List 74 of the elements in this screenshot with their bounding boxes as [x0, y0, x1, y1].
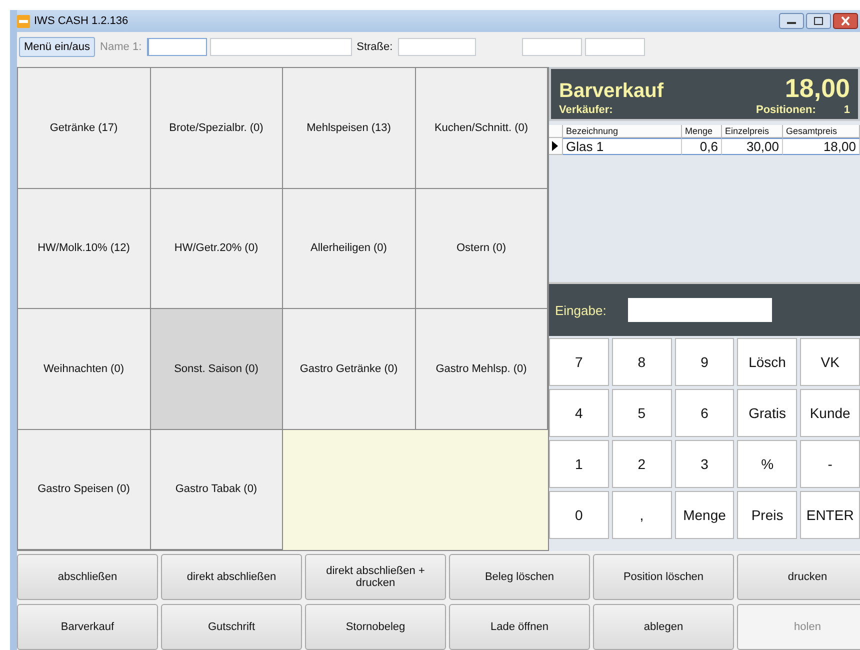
category-button[interactable]: Gastro Speisen (0)	[18, 430, 150, 550]
input-field[interactable]	[398, 38, 476, 56]
column-header[interactable]: Einzelpreis	[722, 125, 783, 138]
action-button[interactable]: Barverkauf	[17, 604, 158, 650]
category-button[interactable]: Getränke (17)	[18, 68, 150, 188]
action-button[interactable]: Position löschen	[593, 554, 734, 600]
keypad-key[interactable]: 2	[612, 440, 672, 488]
category-button[interactable]: Gastro Getränke (0)	[283, 309, 416, 430]
keypad-key[interactable]: Preis	[737, 491, 798, 539]
keypad-key[interactable]: Gratis	[737, 389, 798, 437]
window-title: IWS CASH 1.2.136	[34, 15, 128, 27]
keypad-key[interactable]: VK	[800, 338, 860, 386]
input-field[interactable]	[584, 38, 645, 56]
keypad-key[interactable]: ENTER	[800, 491, 860, 539]
action-button[interactable]: Lade öffnen	[449, 604, 590, 650]
input-field[interactable]	[628, 298, 772, 322]
keypad-key[interactable]: %	[737, 440, 798, 488]
input-field[interactable]	[522, 38, 582, 56]
category-button[interactable]: Weihnachten (0)	[18, 309, 150, 430]
keypad-key[interactable]: Lösch	[737, 338, 798, 386]
input-field[interactable]	[146, 38, 207, 56]
keypad-key[interactable]: 7	[549, 338, 609, 386]
action-button[interactable]: direkt abschließen + drucken	[305, 554, 446, 600]
table-cell: Glas 1	[563, 138, 682, 155]
action-button[interactable]: drucken	[737, 554, 860, 600]
action-button[interactable]: Stornobeleg	[305, 604, 446, 650]
category-button[interactable]: Gastro Mehlsp. (0)	[416, 309, 548, 430]
positions-count: 1	[844, 104, 850, 116]
category-button[interactable]: Ostern (0)	[416, 188, 548, 309]
keypad-key[interactable]: 1	[549, 440, 609, 488]
keypad-key[interactable]: -	[800, 440, 860, 488]
category-button[interactable]: Kuchen/Schnitt. (0)	[416, 68, 548, 188]
category-button[interactable]: Allerheiligen (0)	[283, 188, 416, 309]
input-label: Eingabe:	[555, 302, 606, 318]
minimize-icon[interactable]	[779, 13, 804, 29]
action-button[interactable]: abschließen	[17, 554, 158, 600]
row-pointer-icon	[552, 141, 558, 151]
field-label: Name 1:	[99, 41, 143, 53]
sale-title: Barverkauf	[559, 80, 664, 103]
keypad-key[interactable]: Kunde	[800, 389, 860, 437]
menu-toggle-button[interactable]: Menü ein/aus	[19, 37, 96, 57]
keypad-key[interactable]: Menge	[674, 491, 734, 539]
action-button[interactable]: direkt abschließen	[161, 554, 302, 600]
column-header[interactable]: Menge	[682, 125, 722, 138]
keypad-key[interactable]: 8	[612, 338, 672, 386]
column-header[interactable]: Bezeichnung	[563, 125, 682, 138]
category-button[interactable]: Mehlspeisen (13)	[283, 68, 416, 188]
keypad-key[interactable]: 3	[674, 440, 734, 488]
category-button[interactable]: Sonst. Saison (0)	[150, 309, 283, 430]
keypad-key[interactable]: 4	[549, 389, 609, 437]
column-header[interactable]: Gesamtpreis	[783, 125, 860, 138]
input-field[interactable]	[210, 38, 352, 56]
action-button[interactable]: ablegen	[593, 604, 734, 650]
positions-label: Positionen:	[756, 104, 816, 116]
keypad-key[interactable]: 9	[674, 338, 734, 386]
app-logo-icon	[17, 14, 30, 28]
table-cell: 30,00	[722, 138, 783, 155]
action-button[interactable]: Gutschrift	[161, 604, 302, 650]
keypad-key[interactable]: 6	[674, 389, 734, 437]
category-button[interactable]: HW/Getr.20% (0)	[150, 188, 283, 309]
table-cell: 0,6	[682, 138, 722, 155]
maximize-icon[interactable]	[806, 13, 831, 29]
category-button[interactable]: Brote/Spezialbr. (0)	[150, 68, 283, 188]
category-button[interactable]: HW/Molk.10% (12)	[18, 188, 150, 309]
close-icon[interactable]	[833, 13, 858, 29]
table-cell: 18,00	[783, 138, 860, 155]
category-button[interactable]: Gastro Tabak (0)	[150, 430, 283, 550]
total-amount: 18,00	[784, 73, 850, 104]
action-button[interactable]: Beleg löschen	[449, 554, 590, 600]
seller-label: Verkäufer:	[559, 104, 613, 116]
field-label: Straße:	[356, 41, 394, 53]
keypad-key[interactable]: ,	[612, 491, 672, 539]
keypad-key[interactable]: 0	[549, 491, 609, 539]
keypad-key[interactable]: 5	[612, 389, 672, 437]
